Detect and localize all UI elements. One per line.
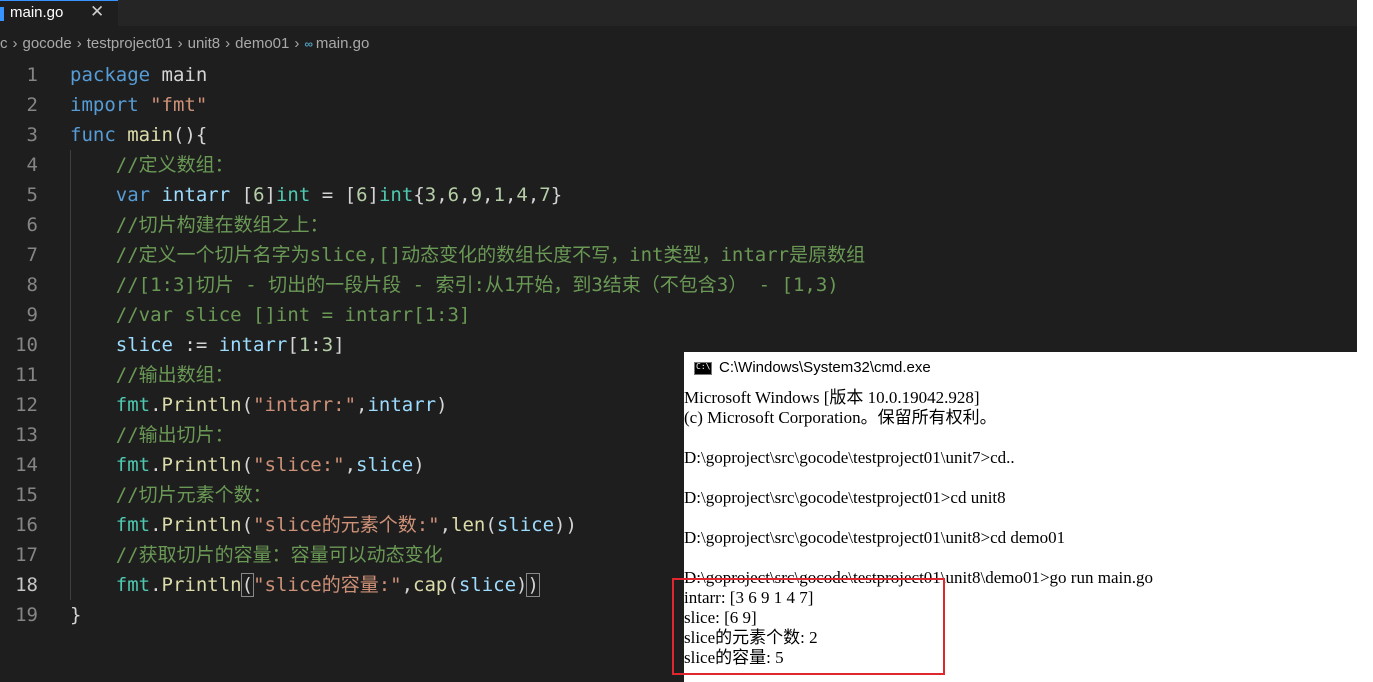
console-line: Microsoft Windows [版本 10.0.19042.928] bbox=[684, 388, 980, 407]
code-line: slice := intarr[1:3] bbox=[115, 334, 345, 356]
close-icon[interactable]: ✕ bbox=[90, 2, 104, 22]
line-number: 1 bbox=[26, 64, 38, 86]
breadcrumb-item[interactable]: unit8 bbox=[188, 35, 221, 52]
line-number: 5 bbox=[26, 184, 38, 206]
console-line: D:\goproject\src\gocode\testproject01\un… bbox=[684, 448, 1015, 467]
code-line: //定义一个切片名字为slice,[]动态变化的数组长度不写，int类型，int… bbox=[70, 244, 866, 266]
tab-label: main.go bbox=[10, 4, 64, 21]
code-line: package main bbox=[70, 64, 208, 86]
line-number: 14 bbox=[15, 454, 38, 476]
line-number: 16 bbox=[15, 514, 38, 536]
tab-bar: main.go ✕ bbox=[0, 0, 1357, 26]
breadcrumb-item[interactable]: demo01 bbox=[235, 35, 289, 52]
code-line: //var slice []int = intarr[1:3] bbox=[70, 304, 471, 326]
breadcrumb-item[interactable]: testproject01 bbox=[87, 35, 173, 52]
line-number: 3 bbox=[26, 124, 38, 146]
breadcrumb: c › gocode › testproject01 › unit8 › demo01 › ∞ mai… bbox=[0, 35, 369, 57]
line-number: 15 bbox=[15, 484, 38, 506]
breadcrumb-item[interactable]: gocode bbox=[23, 35, 72, 52]
code-line: fmt.Println("slice的元素个数:",len(slice)) bbox=[115, 514, 577, 536]
breadcrumb-item[interactable]: c bbox=[0, 35, 8, 52]
line-number: 17 bbox=[15, 544, 38, 566]
console-line: D:\goproject\src\gocode\testproject01>cd… bbox=[684, 488, 1006, 507]
console-line: (c) Microsoft Corporation。保留所有权利。 bbox=[684, 408, 997, 427]
line-number: 19 bbox=[15, 604, 38, 626]
code-line-active: fmt.Println("slice的容量:",cap(slice)) bbox=[115, 573, 540, 597]
line-number: 4 bbox=[26, 154, 38, 176]
line-number: 6 bbox=[26, 214, 38, 236]
line-number: 8 bbox=[26, 274, 38, 296]
code-line: //输出数组： bbox=[70, 364, 234, 386]
line-number: 2 bbox=[26, 94, 38, 116]
chevron-right-icon: › bbox=[294, 35, 300, 52]
line-number: 13 bbox=[15, 424, 38, 446]
chevron-right-icon: › bbox=[177, 35, 183, 52]
code-line: fmt.Println("slice:",slice) bbox=[115, 454, 425, 476]
line-number: 9 bbox=[26, 304, 38, 326]
line-number: 12 bbox=[15, 394, 38, 416]
code-line: var intarr [6]int = [6]int{3,6,9,1,4,7} bbox=[115, 184, 563, 206]
code-line: fmt.Println("intarr:",intarr) bbox=[115, 394, 448, 416]
cmd-app-icon bbox=[694, 362, 712, 375]
chevron-right-icon: › bbox=[225, 35, 231, 52]
code-line: import "fmt" bbox=[70, 94, 208, 116]
code-line: //定义数组： bbox=[70, 154, 234, 176]
code-line: func main(){ bbox=[70, 124, 208, 146]
console-line: D:\goproject\src\gocode\testproject01\un… bbox=[684, 528, 1066, 547]
code-line: } bbox=[70, 604, 82, 626]
line-number: 7 bbox=[26, 244, 38, 266]
code-line: //切片元素个数： bbox=[70, 484, 272, 506]
line-number: 11 bbox=[15, 364, 38, 386]
breadcrumb-item[interactable]: main.go bbox=[316, 35, 369, 52]
go-file-icon: ∞ bbox=[304, 37, 313, 51]
chevron-right-icon: › bbox=[12, 35, 18, 52]
cmd-window-title: C:\Windows\System32\cmd.exe bbox=[719, 359, 931, 376]
chevron-right-icon: › bbox=[76, 35, 82, 52]
tab-main-go[interactable]: main.go ✕ bbox=[0, 0, 118, 26]
line-number: 10 bbox=[15, 334, 38, 356]
code-line: //[1:3]切片 - 切出的一段片段 - 索引:从1开始，到3结束（不包含3）… bbox=[70, 274, 839, 296]
code-line: //输出切片： bbox=[70, 424, 234, 446]
go-file-icon bbox=[0, 7, 4, 21]
output-highlight-box bbox=[672, 578, 945, 675]
code-line: //切片构建在数组之上： bbox=[70, 214, 329, 236]
code-line: //获取切片的容量：容量可以动态变化 bbox=[70, 544, 443, 566]
cmd-titlebar[interactable]: C:\Windows\System32\cmd.exe bbox=[684, 352, 1373, 384]
line-number: 18 bbox=[15, 574, 38, 596]
